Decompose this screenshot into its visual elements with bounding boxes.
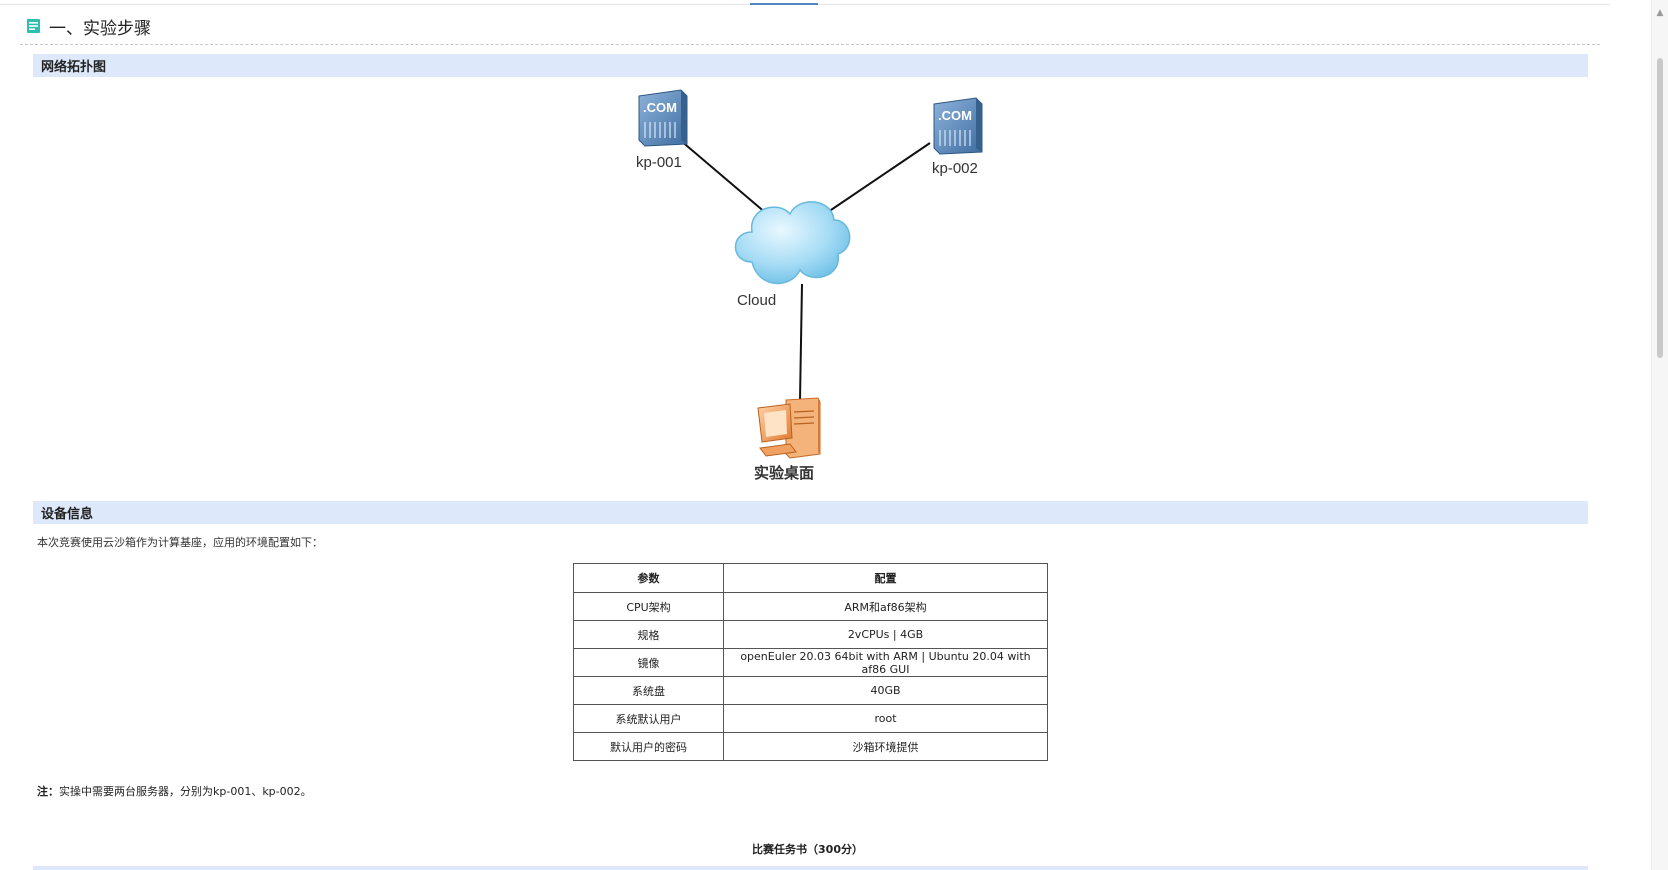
node-label-desktop: 实验桌面 [754,464,815,482]
table-cell-param: 系统盘 [573,676,724,705]
table-row: 镜像 openEuler 20.03 64bit with ARM | Ubun… [573,648,1048,677]
table-row: CPU架构 ARM和af86架构 [573,592,1048,621]
table-cell-param: 镜像 [573,648,724,677]
network-topology-diagram: .COM .COM [638,89,983,459]
table-row: 系统盘 40GB [573,676,1048,705]
node-label-cloud: Cloud [737,292,777,309]
cloud-icon [734,201,851,285]
table-cell-param: 规格 [573,620,724,649]
table-row: 默认用户的密码 沙箱环境提供 [573,732,1048,761]
table-cell-param: CPU架构 [573,592,724,621]
table-cell-config: root [723,704,1048,733]
link-kp002-cloud [827,142,931,213]
svg-text:.COM: .COM [643,100,677,115]
table-cell-config: 沙箱环境提供 [723,732,1048,761]
task-book-title: 比赛任务书（300分） [752,843,863,856]
table-header-cell: 参数 [573,563,724,593]
link-kp001-cloud [679,139,768,215]
svg-text:.COM: .COM [938,108,972,123]
section-header-device-info: 设备信息 [33,501,1588,524]
server-icon: .COM [933,97,983,155]
desktop-computer-icon [757,397,821,459]
table-row: 系统默认用户 root [573,704,1048,733]
table-row: 规格 2vCPUs | 4GB [573,620,1048,649]
config-table: 参数 配置 CPU架构 ARM和af86架构 规格 2vCPUs | 4GB 镜… [573,563,1048,761]
vertical-scrollbar[interactable]: ▲ [1651,0,1668,870]
note-prefix: 注： [37,785,59,798]
note-paragraph: 注：实操中需要两台服务器，分别为kp-001、kp-002。 [37,783,312,799]
intro-paragraph: 本次竞赛使用云沙箱作为计算基座，应用的环境配置如下： [37,536,323,549]
link-cloud-desktop [799,283,803,401]
scroll-up-arrow-icon[interactable]: ▲ [1655,8,1665,18]
table-header-cell: 配置 [723,563,1048,593]
section-header-partial [33,866,1588,870]
table-header-row: 参数 配置 [573,563,1048,593]
table-cell-param: 系统默认用户 [573,704,724,733]
table-cell-param: 默认用户的密码 [573,732,724,761]
section-title-device-info: 设备信息 [41,507,94,522]
note-body: 实操中需要两台服务器，分别为kp-001、kp-002。 [59,785,312,798]
table-cell-config: 40GB [723,676,1048,705]
node-label-kp-001: kp-001 [636,154,682,171]
server-icon: .COM [638,89,688,147]
table-cell-config: ARM和af86架构 [723,592,1048,621]
node-label-kp-002: kp-002 [932,160,978,177]
scroll-thumb[interactable] [1657,58,1663,358]
table-cell-config: 2vCPUs | 4GB [723,620,1048,649]
table-cell-config: openEuler 20.03 64bit with ARM | Ubuntu … [723,648,1048,677]
